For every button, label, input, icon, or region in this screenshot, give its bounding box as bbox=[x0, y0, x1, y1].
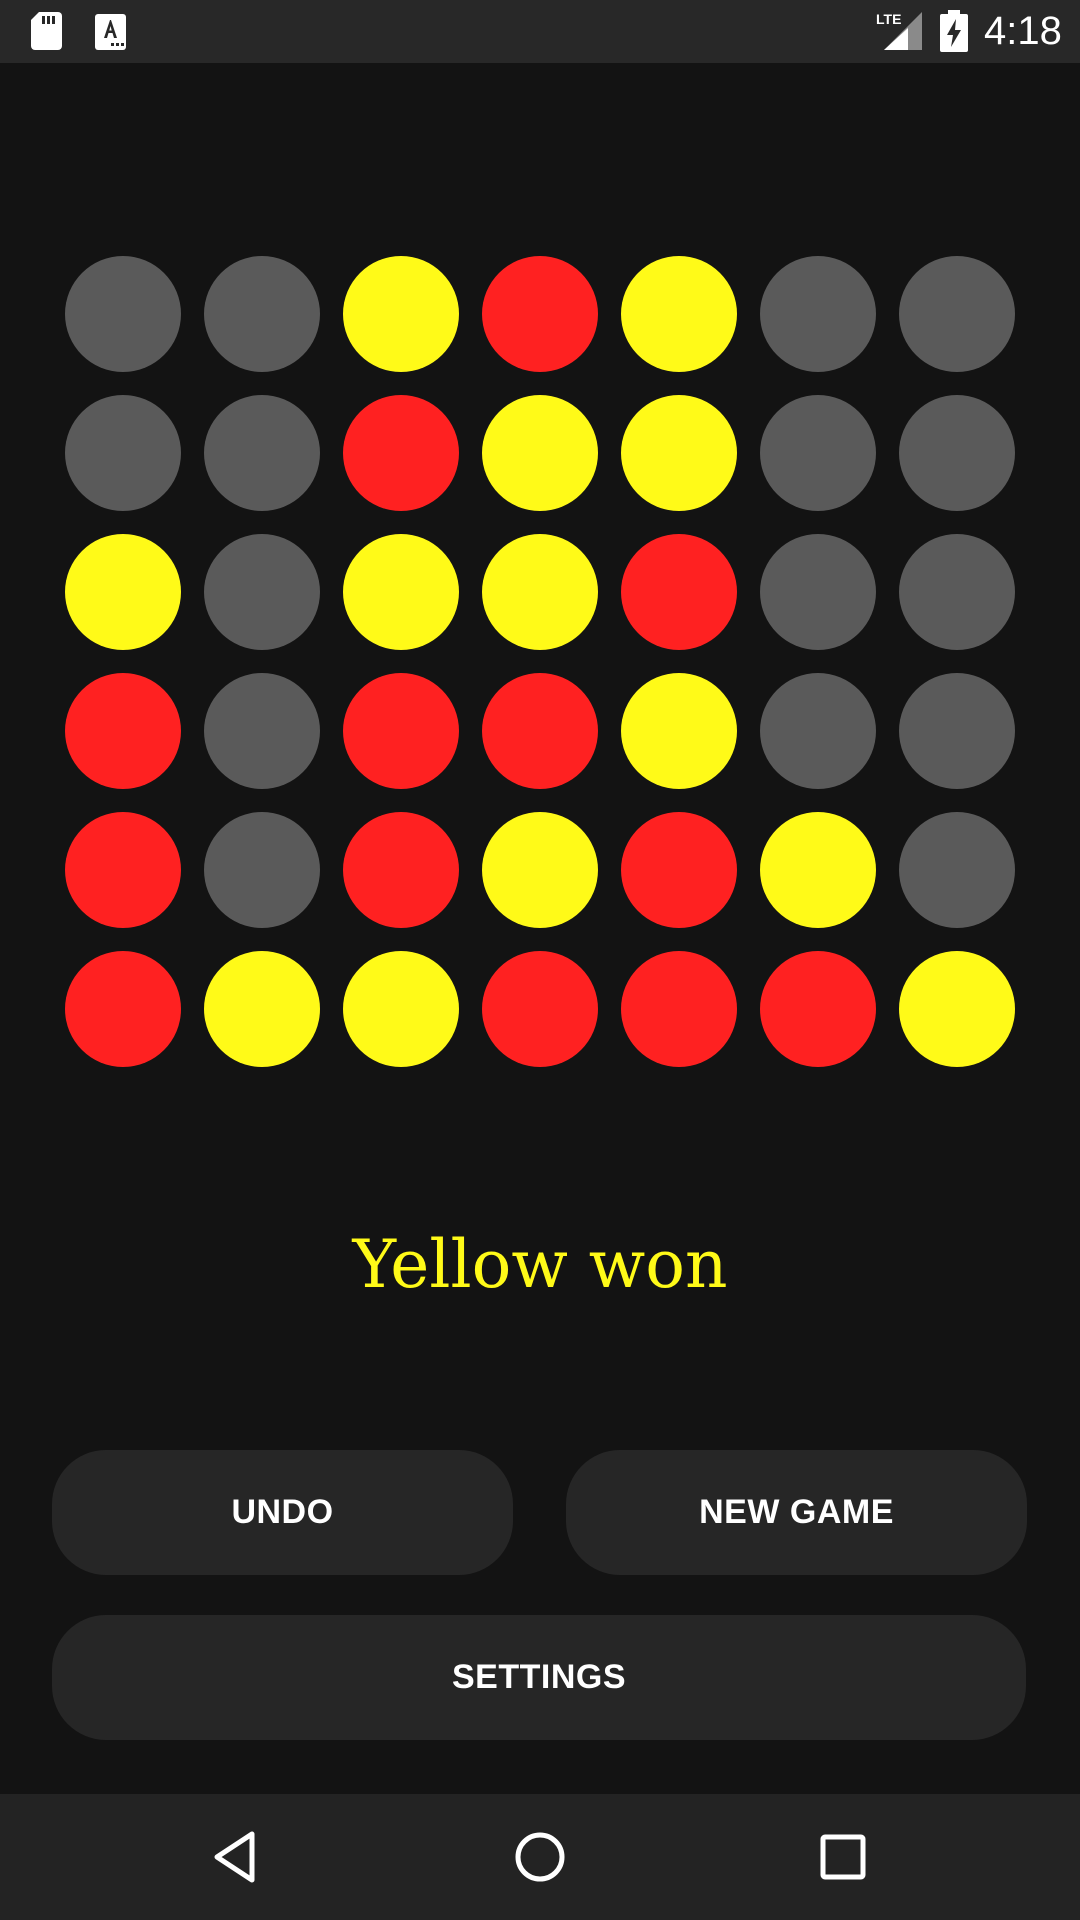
board-cell-yellow[interactable] bbox=[621, 673, 737, 789]
board-cell-empty[interactable] bbox=[899, 256, 1015, 372]
new-game-button[interactable]: NEW GAME bbox=[566, 1450, 1027, 1575]
board-cell-empty[interactable] bbox=[760, 256, 876, 372]
board-cell-empty[interactable] bbox=[204, 812, 320, 928]
board-cell-empty[interactable] bbox=[65, 395, 181, 511]
board-cell-yellow[interactable] bbox=[482, 395, 598, 511]
board-cell-yellow[interactable] bbox=[343, 951, 459, 1067]
board-cell-yellow[interactable] bbox=[343, 256, 459, 372]
board-cell-red[interactable] bbox=[343, 673, 459, 789]
board-cell-empty[interactable] bbox=[204, 534, 320, 650]
board-cell-red[interactable] bbox=[621, 534, 737, 650]
game-board[interactable] bbox=[65, 256, 1015, 1067]
board-cell-red[interactable] bbox=[621, 812, 737, 928]
board-cell-yellow[interactable] bbox=[899, 951, 1015, 1067]
board-cell-yellow[interactable] bbox=[482, 534, 598, 650]
navigation-bar bbox=[0, 1794, 1080, 1920]
recents-icon[interactable] bbox=[815, 1829, 871, 1885]
board-cell-empty[interactable] bbox=[899, 673, 1015, 789]
undo-button[interactable]: UNDO bbox=[52, 1450, 513, 1575]
board-cell-red[interactable] bbox=[343, 395, 459, 511]
board-cell-empty[interactable] bbox=[204, 256, 320, 372]
board-cell-empty[interactable] bbox=[760, 395, 876, 511]
board-cell-empty[interactable] bbox=[760, 534, 876, 650]
settings-button[interactable]: SETTINGS bbox=[52, 1615, 1026, 1740]
board-cell-yellow[interactable] bbox=[760, 812, 876, 928]
board-cell-empty[interactable] bbox=[65, 256, 181, 372]
board-cell-empty[interactable] bbox=[204, 395, 320, 511]
board-cell-empty[interactable] bbox=[899, 812, 1015, 928]
board-cell-red[interactable] bbox=[621, 951, 737, 1067]
board-cell-yellow[interactable] bbox=[621, 395, 737, 511]
board-cell-yellow[interactable] bbox=[343, 534, 459, 650]
board-cell-empty[interactable] bbox=[899, 534, 1015, 650]
board-cell-red[interactable] bbox=[760, 951, 876, 1067]
board-cell-yellow[interactable] bbox=[621, 256, 737, 372]
board-cell-empty[interactable] bbox=[899, 395, 1015, 511]
board-cell-empty[interactable] bbox=[204, 673, 320, 789]
battery-charging-icon bbox=[940, 10, 968, 52]
board-cell-empty[interactable] bbox=[760, 673, 876, 789]
board-cell-yellow[interactable] bbox=[204, 951, 320, 1067]
board-cell-red[interactable] bbox=[65, 812, 181, 928]
status-bar: LTE 4:18 bbox=[0, 0, 1080, 63]
board-cell-red[interactable] bbox=[482, 951, 598, 1067]
board-cell-yellow[interactable] bbox=[65, 534, 181, 650]
sd-card-icon bbox=[31, 12, 62, 50]
board-cell-red[interactable] bbox=[65, 673, 181, 789]
board-cell-red[interactable] bbox=[65, 951, 181, 1067]
board-cell-red[interactable] bbox=[482, 256, 598, 372]
board-cell-yellow[interactable] bbox=[482, 812, 598, 928]
text-a-icon bbox=[95, 14, 126, 50]
board-cell-red[interactable] bbox=[482, 673, 598, 789]
lte-label: LTE bbox=[876, 11, 901, 27]
back-icon[interactable] bbox=[208, 1829, 264, 1885]
lte-signal-icon: LTE bbox=[876, 11, 922, 50]
status-time: 4:18 bbox=[984, 9, 1062, 53]
board-cell-red[interactable] bbox=[343, 812, 459, 928]
home-icon[interactable] bbox=[512, 1829, 568, 1885]
game-result-text: Yellow won bbox=[352, 1226, 728, 1303]
